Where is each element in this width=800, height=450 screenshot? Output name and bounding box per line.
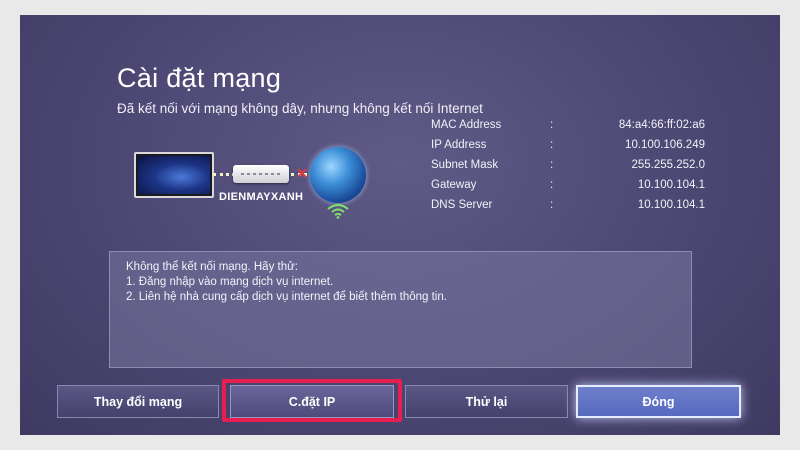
message-line: 1. Đăng nhập vào mạng dịch vụ internet. (126, 276, 334, 288)
info-row-mac: MAC Address : 84:a4:66:ff:02:a6 (431, 117, 711, 137)
info-label: Gateway (431, 179, 477, 191)
message-line: Không thể kết nối mạng. Hãy thử: (126, 261, 298, 273)
message-box: Không thể kết nối mạng. Hãy thử: 1. Đăng… (109, 251, 692, 368)
connection-dots (213, 173, 235, 179)
info-value: 84:a4:66:ff:02:a6 (618, 119, 705, 131)
info-value: 255.255.252.0 (631, 159, 705, 171)
info-separator: : (550, 199, 554, 211)
info-row-subnet: Subnet Mask : 255.255.252.0 (431, 157, 711, 177)
info-value: 10.100.106.249 (625, 139, 705, 151)
change-network-button[interactable]: Thay đổi mạng (57, 385, 219, 418)
info-separator: : (550, 179, 554, 191)
connection-status: Đã kết nối với mạng không dây, nhưng khô… (117, 101, 483, 116)
retry-button[interactable]: Thử lại (405, 385, 568, 418)
message-line: 2. Liên hệ nhà cung cấp dịch vụ internet… (126, 291, 447, 303)
wifi-icon (327, 204, 349, 219)
info-separator: : (550, 119, 554, 131)
info-separator: : (550, 139, 554, 151)
brand-label: DIENMAYXANH (219, 191, 304, 203)
info-row-dns: DNS Server : 10.100.104.1 (431, 197, 711, 217)
info-label: MAC Address (431, 119, 502, 131)
info-row-ip: IP Address : 10.100.106.249 (431, 137, 711, 157)
info-value: 10.100.104.1 (637, 199, 705, 211)
tv-icon (134, 152, 214, 198)
tv-screen: Cài đặt mạng Đã kết nối với mạng không d… (20, 15, 780, 435)
info-label: Subnet Mask (431, 159, 499, 171)
info-row-gateway: Gateway : 10.100.104.1 (431, 177, 711, 197)
info-label: DNS Server (431, 199, 493, 211)
globe-icon (310, 147, 366, 203)
page-title: Cài đặt mạng (117, 63, 282, 93)
info-separator: : (550, 159, 554, 171)
close-button[interactable]: Đóng (576, 385, 741, 418)
highlight-box (222, 379, 402, 422)
info-label: IP Address (431, 139, 487, 151)
network-info-table: MAC Address : 84:a4:66:ff:02:a6 IP Addre… (431, 117, 711, 217)
disconnected-icon: ✕ (296, 165, 308, 181)
info-value: 10.100.104.1 (637, 179, 705, 191)
router-icon (233, 165, 289, 183)
